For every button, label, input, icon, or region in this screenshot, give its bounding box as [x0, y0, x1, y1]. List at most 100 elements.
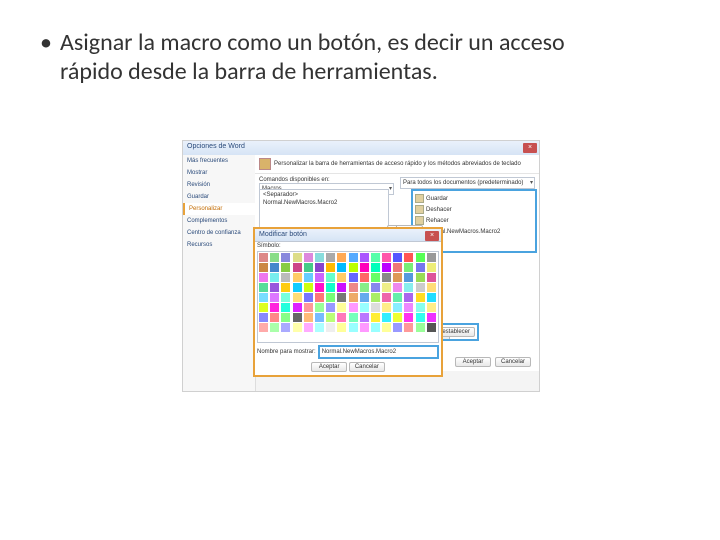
icon-option[interactable] — [416, 293, 425, 302]
icon-option[interactable] — [304, 313, 313, 322]
icon-option[interactable] — [349, 283, 358, 292]
sidebar-item[interactable]: Personalizar — [183, 203, 255, 215]
icon-option[interactable] — [393, 273, 402, 282]
icon-option[interactable] — [393, 323, 402, 332]
icon-option[interactable] — [315, 273, 324, 282]
list-item[interactable]: Deshacer — [415, 204, 533, 215]
icon-option[interactable] — [315, 283, 324, 292]
icon-option[interactable] — [360, 293, 369, 302]
icon-option[interactable] — [427, 263, 436, 272]
icon-option[interactable] — [293, 273, 302, 282]
icon-option[interactable] — [371, 303, 380, 312]
icon-option[interactable] — [371, 253, 380, 262]
icon-option[interactable] — [382, 303, 391, 312]
sidebar-item[interactable]: Complementos — [183, 215, 255, 227]
icon-option[interactable] — [360, 313, 369, 322]
icon-option[interactable] — [315, 313, 324, 322]
icon-option[interactable] — [337, 303, 346, 312]
icon-option[interactable] — [427, 253, 436, 262]
icon-option[interactable] — [326, 253, 335, 262]
icon-option[interactable] — [315, 303, 324, 312]
sidebar-item[interactable]: Mostrar — [183, 167, 255, 179]
sidebar-item[interactable]: Guardar — [183, 191, 255, 203]
icon-option[interactable] — [416, 283, 425, 292]
icon-option[interactable] — [404, 283, 413, 292]
icon-option[interactable] — [404, 303, 413, 312]
icon-option[interactable] — [326, 303, 335, 312]
icon-option[interactable] — [382, 283, 391, 292]
icon-option[interactable] — [393, 253, 402, 262]
icon-option[interactable] — [404, 253, 413, 262]
icon-option[interactable] — [281, 263, 290, 272]
modify-cancel-button[interactable]: Cancelar — [349, 362, 385, 372]
ok-button[interactable]: Aceptar — [455, 357, 491, 367]
icon-option[interactable] — [270, 313, 279, 322]
icon-option[interactable] — [416, 313, 425, 322]
icon-option[interactable] — [337, 293, 346, 302]
icon-option[interactable] — [281, 293, 290, 302]
icon-option[interactable] — [371, 263, 380, 272]
icon-option[interactable] — [404, 313, 413, 322]
close-icon[interactable]: × — [425, 231, 439, 241]
icon-option[interactable] — [427, 283, 436, 292]
icon-option[interactable] — [304, 253, 313, 262]
icon-option[interactable] — [427, 273, 436, 282]
icon-option[interactable] — [371, 323, 380, 332]
icon-option[interactable] — [393, 263, 402, 272]
icon-option[interactable] — [304, 293, 313, 302]
icon-option[interactable] — [259, 323, 268, 332]
icon-option[interactable] — [371, 293, 380, 302]
icon-option[interactable] — [337, 273, 346, 282]
icon-option[interactable] — [349, 303, 358, 312]
icon-option[interactable] — [326, 283, 335, 292]
icon-option[interactable] — [349, 323, 358, 332]
icon-option[interactable] — [270, 283, 279, 292]
list-item[interactable]: Normal.NewMacros.Macro2 — [261, 199, 387, 207]
icon-option[interactable] — [270, 303, 279, 312]
icon-option[interactable] — [382, 323, 391, 332]
icon-option[interactable] — [259, 273, 268, 282]
icon-option[interactable] — [281, 283, 290, 292]
icon-option[interactable] — [293, 283, 302, 292]
icon-option[interactable] — [382, 293, 391, 302]
icon-option[interactable] — [304, 273, 313, 282]
icon-option[interactable] — [293, 313, 302, 322]
icon-option[interactable] — [304, 303, 313, 312]
icon-option[interactable] — [293, 293, 302, 302]
icon-option[interactable] — [360, 303, 369, 312]
icon-option[interactable] — [259, 253, 268, 262]
icon-option[interactable] — [259, 313, 268, 322]
icon-option[interactable] — [382, 273, 391, 282]
icon-option[interactable] — [315, 323, 324, 332]
icon-option[interactable] — [382, 313, 391, 322]
icon-option[interactable] — [427, 323, 436, 332]
icon-option[interactable] — [326, 273, 335, 282]
icon-option[interactable] — [337, 283, 346, 292]
icon-option[interactable] — [404, 263, 413, 272]
icon-option[interactable] — [360, 283, 369, 292]
icon-option[interactable] — [393, 313, 402, 322]
icon-option[interactable] — [281, 303, 290, 312]
list-item[interactable]: <Separador> — [261, 191, 387, 199]
list-item[interactable]: Rehacer — [415, 215, 533, 226]
sidebar-item[interactable]: Revisión — [183, 179, 255, 191]
icon-option[interactable] — [360, 253, 369, 262]
icon-option[interactable] — [326, 313, 335, 322]
icon-option[interactable] — [326, 293, 335, 302]
icon-option[interactable] — [360, 263, 369, 272]
icon-option[interactable] — [315, 253, 324, 262]
icon-option[interactable] — [404, 293, 413, 302]
icon-option[interactable] — [281, 313, 290, 322]
display-name-input[interactable]: Normal.NewMacros.Macro2 — [318, 345, 439, 359]
icon-option[interactable] — [270, 293, 279, 302]
icon-option[interactable] — [270, 263, 279, 272]
icon-option[interactable] — [281, 323, 290, 332]
icon-option[interactable] — [326, 323, 335, 332]
modify-ok-button[interactable]: Aceptar — [311, 362, 347, 372]
icon-option[interactable] — [349, 293, 358, 302]
icon-option[interactable] — [293, 253, 302, 262]
icon-option[interactable] — [382, 263, 391, 272]
icon-option[interactable] — [416, 253, 425, 262]
icon-option[interactable] — [427, 313, 436, 322]
icon-option[interactable] — [393, 283, 402, 292]
